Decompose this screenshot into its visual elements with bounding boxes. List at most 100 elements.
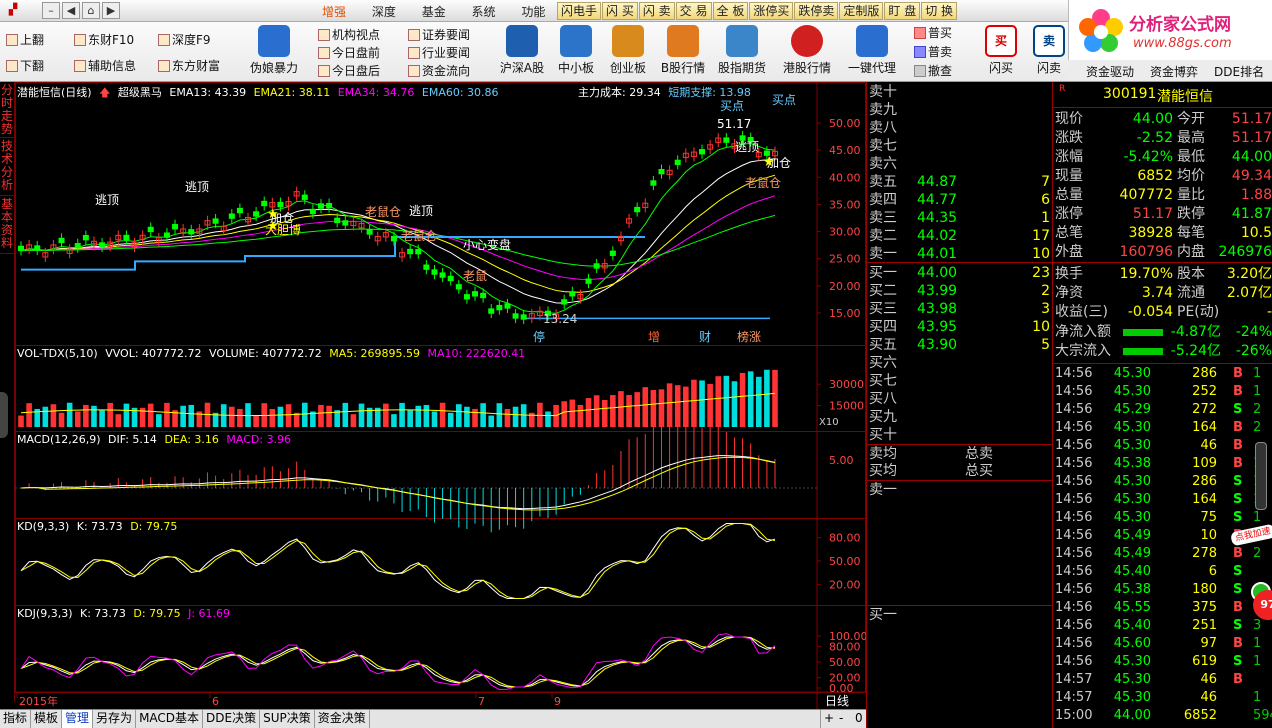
- quick-btn-watch[interactable]: 盯 盘: [884, 2, 921, 20]
- tab-save-as[interactable]: 另存为: [93, 710, 137, 728]
- quick-btn-custom[interactable]: 定制版: [839, 2, 884, 20]
- dde-rank-tab[interactable]: DDE排名: [1214, 63, 1264, 80]
- toolbar-button-flash-sell[interactable]: 卖闪卖: [1026, 24, 1072, 82]
- menu-item-function[interactable]: 功能: [521, 3, 545, 20]
- ema13-value: EMA13: 43.39: [169, 86, 247, 99]
- sell-level-row[interactable]: 卖八: [869, 119, 1052, 137]
- normal-sell-button[interactable]: 普卖: [914, 44, 952, 61]
- quote-divider-2: [1053, 363, 1272, 364]
- toolbar-button-sme[interactable]: 中小板: [552, 24, 600, 82]
- buy-level-row[interactable]: 买三 43.98 3: [869, 300, 1052, 318]
- sell-level-row[interactable]: 卖九: [869, 101, 1052, 119]
- toolbar-button-gem[interactable]: 创业板: [604, 24, 652, 82]
- sell-level-row[interactable]: 卖一 44.01 10: [869, 245, 1052, 263]
- normal-buy-button[interactable]: 普买: [914, 25, 952, 42]
- sell-level-row[interactable]: 卖六: [869, 155, 1052, 173]
- toolbar-button-flash-buy[interactable]: 买闪买: [978, 24, 1024, 82]
- star-icon: ★: [267, 207, 279, 222]
- toolbar-button-sh-sz-a[interactable]: 沪深A股: [494, 24, 550, 82]
- candle-body: [520, 314, 527, 320]
- buy-level-row[interactable]: 买四 43.95 10: [869, 318, 1052, 336]
- aux-info-button[interactable]: 辅助信息: [74, 58, 136, 75]
- industry-news-button[interactable]: 行业要闻: [408, 45, 470, 62]
- collapse-handle[interactable]: [0, 392, 8, 438]
- volume-bar: [42, 406, 49, 427]
- page-down-button[interactable]: 下翻: [6, 58, 44, 75]
- tab-fund-decision[interactable]: 资金决策: [315, 710, 370, 728]
- quick-btn-limit-up-buy[interactable]: 涨停买: [749, 2, 794, 20]
- volume-bar: [285, 404, 292, 427]
- premarket-button[interactable]: 今日盘前: [318, 45, 380, 62]
- tick-side: B: [1233, 600, 1243, 615]
- menu-item-system[interactable]: 系统: [472, 3, 496, 20]
- toolbar-button-cross-dress[interactable]: 伪娘暴力: [246, 24, 302, 82]
- buy-level-row[interactable]: 买一 44.00 23: [869, 264, 1052, 282]
- quick-btn-trade[interactable]: 交 易: [675, 2, 712, 20]
- quick-btn-flash-sell[interactable]: 闪 卖: [638, 2, 675, 20]
- page-up-button[interactable]: 上翻: [6, 32, 44, 49]
- arrow-up-icon: 🡅: [99, 86, 111, 99]
- normal-buy-label: 普买: [928, 26, 953, 40]
- quick-btn-flash-buy[interactable]: 闪 买: [602, 2, 638, 20]
- tick-side: S: [1233, 474, 1243, 489]
- tab-macd-basic[interactable]: MACD基本: [136, 710, 204, 728]
- tab-indicator[interactable]: 指标: [0, 710, 32, 728]
- depth-f9-button[interactable]: 深度F9: [158, 32, 211, 49]
- sell-level-row[interactable]: 卖十: [869, 83, 1052, 101]
- volume-bar: [512, 406, 519, 427]
- sell-level-row[interactable]: 卖三 44.35 1: [869, 209, 1052, 227]
- buy-level-row[interactable]: 买二 43.99 2: [869, 282, 1052, 300]
- side-scroll-icon[interactable]: [1255, 442, 1267, 510]
- stock-code[interactable]: 300191: [1103, 86, 1156, 102]
- screen-icon: [856, 25, 888, 57]
- side-tab-technical[interactable]: 技术分析: [0, 138, 14, 196]
- zoom-reset-button[interactable]: 0: [852, 710, 866, 728]
- quick-btn-switch[interactable]: 切 换: [921, 2, 958, 20]
- toolbar-button-index-futures[interactable]: 股指期货: [714, 24, 770, 82]
- buy-level-row[interactable]: 买九: [869, 408, 1052, 426]
- zoom-out-button[interactable]: -: [836, 710, 846, 728]
- buy-level-row[interactable]: 买七: [869, 372, 1052, 390]
- volume-bar: [731, 381, 738, 427]
- cancel-query-button[interactable]: 撤查: [914, 63, 952, 80]
- menu-item-fund[interactable]: 基金: [422, 3, 446, 20]
- f10-button[interactable]: 东财F10: [74, 32, 134, 49]
- buy-level-row[interactable]: 买六: [869, 354, 1052, 372]
- postmarket-button[interactable]: 今日盘后: [318, 63, 380, 80]
- sell-level-row[interactable]: 卖二 44.02 17: [869, 227, 1052, 245]
- toolbar-button-b-share[interactable]: B股行情: [656, 24, 710, 82]
- eastmoney-button[interactable]: 东方财富: [158, 58, 220, 75]
- fund-drive-tab[interactable]: 资金驱动: [1086, 63, 1134, 80]
- quick-btn-full-board[interactable]: 全 板: [712, 2, 749, 20]
- buy-level-row[interactable]: 买五 43.90 5: [869, 336, 1052, 354]
- inst-view-button[interactable]: 机构视点: [318, 27, 380, 44]
- fund-game-tab[interactable]: 资金博弈: [1150, 63, 1198, 80]
- tab-dde-decision[interactable]: DDE决策: [203, 710, 261, 728]
- kdj-panel-legend: KDJ(9,3,3) K: 73.73 D: 79.75 J: 61.69: [17, 607, 234, 620]
- sell-level-row[interactable]: 卖四 44.77 6: [869, 191, 1052, 209]
- menu-item-depth[interactable]: 深度: [372, 3, 396, 20]
- tick-side: B: [1233, 438, 1243, 453]
- minimize-icon[interactable]: –: [42, 2, 60, 19]
- buy-level-row[interactable]: 买八: [869, 390, 1052, 408]
- tab-template[interactable]: 模板: [31, 710, 63, 728]
- sec-news-button[interactable]: 证券要闻: [408, 27, 470, 44]
- stock-name[interactable]: 潜能恒信: [1157, 86, 1213, 106]
- forward-icon[interactable]: ▶: [102, 2, 120, 19]
- fund-flow-button[interactable]: 资金流向: [408, 63, 470, 80]
- toolbar-button-hk[interactable]: 港股行情: [778, 24, 836, 82]
- quick-btn-limit-down-sell[interactable]: 跌停卖: [794, 2, 839, 20]
- side-tab-fundamentals[interactable]: 基本资料: [0, 196, 14, 254]
- sell-level-row[interactable]: 卖七: [869, 137, 1052, 155]
- zoom-in-button[interactable]: +: [820, 710, 837, 728]
- back-icon[interactable]: ◀: [62, 2, 80, 19]
- tab-manage[interactable]: 管理: [62, 710, 94, 728]
- toolbar-button-proxy[interactable]: 一键代理: [842, 24, 902, 82]
- sell-level-row[interactable]: 卖五 44.87 7: [869, 173, 1052, 191]
- home-icon[interactable]: ⌂: [82, 2, 100, 19]
- menu-item-enhance[interactable]: 增强: [322, 3, 346, 20]
- buy-level-row[interactable]: 买十: [869, 426, 1052, 444]
- side-tab-intraday[interactable]: 分时走势: [0, 82, 14, 138]
- quick-btn-flash-hand[interactable]: 闪电手: [557, 2, 602, 20]
- tab-sup-decision[interactable]: SUP决策: [260, 710, 315, 728]
